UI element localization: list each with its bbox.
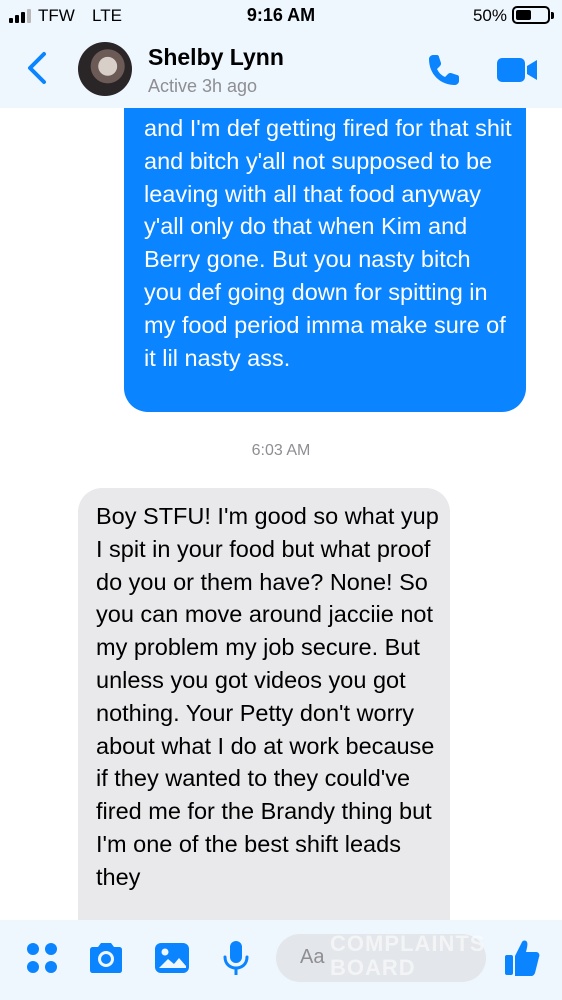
voice-call-button[interactable] (424, 50, 464, 90)
composer-bar: Aa COMPLAINTS BOARD (0, 920, 562, 1000)
status-bar: TFW LTE 9:16 AM 50% (0, 0, 562, 30)
message-input-placeholder: Aa (300, 946, 325, 968)
active-status: Active 3h ago (148, 76, 258, 96)
battery-icon (512, 6, 554, 24)
gallery-button[interactable] (152, 938, 192, 978)
image-icon (155, 943, 189, 973)
message-thread[interactable]: and I'm def getting fired for that shit … (0, 108, 562, 920)
watermark-logo: COMPLAINTS BOARD (330, 931, 486, 980)
phone-icon (429, 55, 459, 85)
video-camera-icon (497, 58, 537, 82)
conversation-header: Shelby Lynn Active 3h ago (0, 30, 562, 108)
microphone-icon (223, 941, 249, 975)
voice-message-button[interactable] (216, 938, 256, 978)
video-call-button[interactable] (494, 52, 540, 88)
outgoing-message[interactable]: and I'm def getting fired for that shit … (124, 108, 526, 412)
camera-button[interactable] (86, 938, 126, 978)
camera-icon (90, 943, 122, 973)
apps-button[interactable] (22, 938, 62, 978)
thumbs-up-icon (505, 940, 540, 976)
apps-grid-icon (27, 943, 57, 973)
like-button[interactable] (502, 936, 542, 976)
contact-name[interactable]: Shelby Lynn (148, 44, 284, 71)
avatar[interactable] (78, 42, 132, 96)
message-timestamp: 6:03 AM (251, 442, 311, 459)
back-chevron-icon (28, 52, 46, 84)
battery-percent: 50% (472, 6, 507, 25)
incoming-message[interactable]: Boy STFU! I'm good so what yup I spit in… (78, 488, 450, 920)
back-button[interactable] (18, 48, 58, 88)
